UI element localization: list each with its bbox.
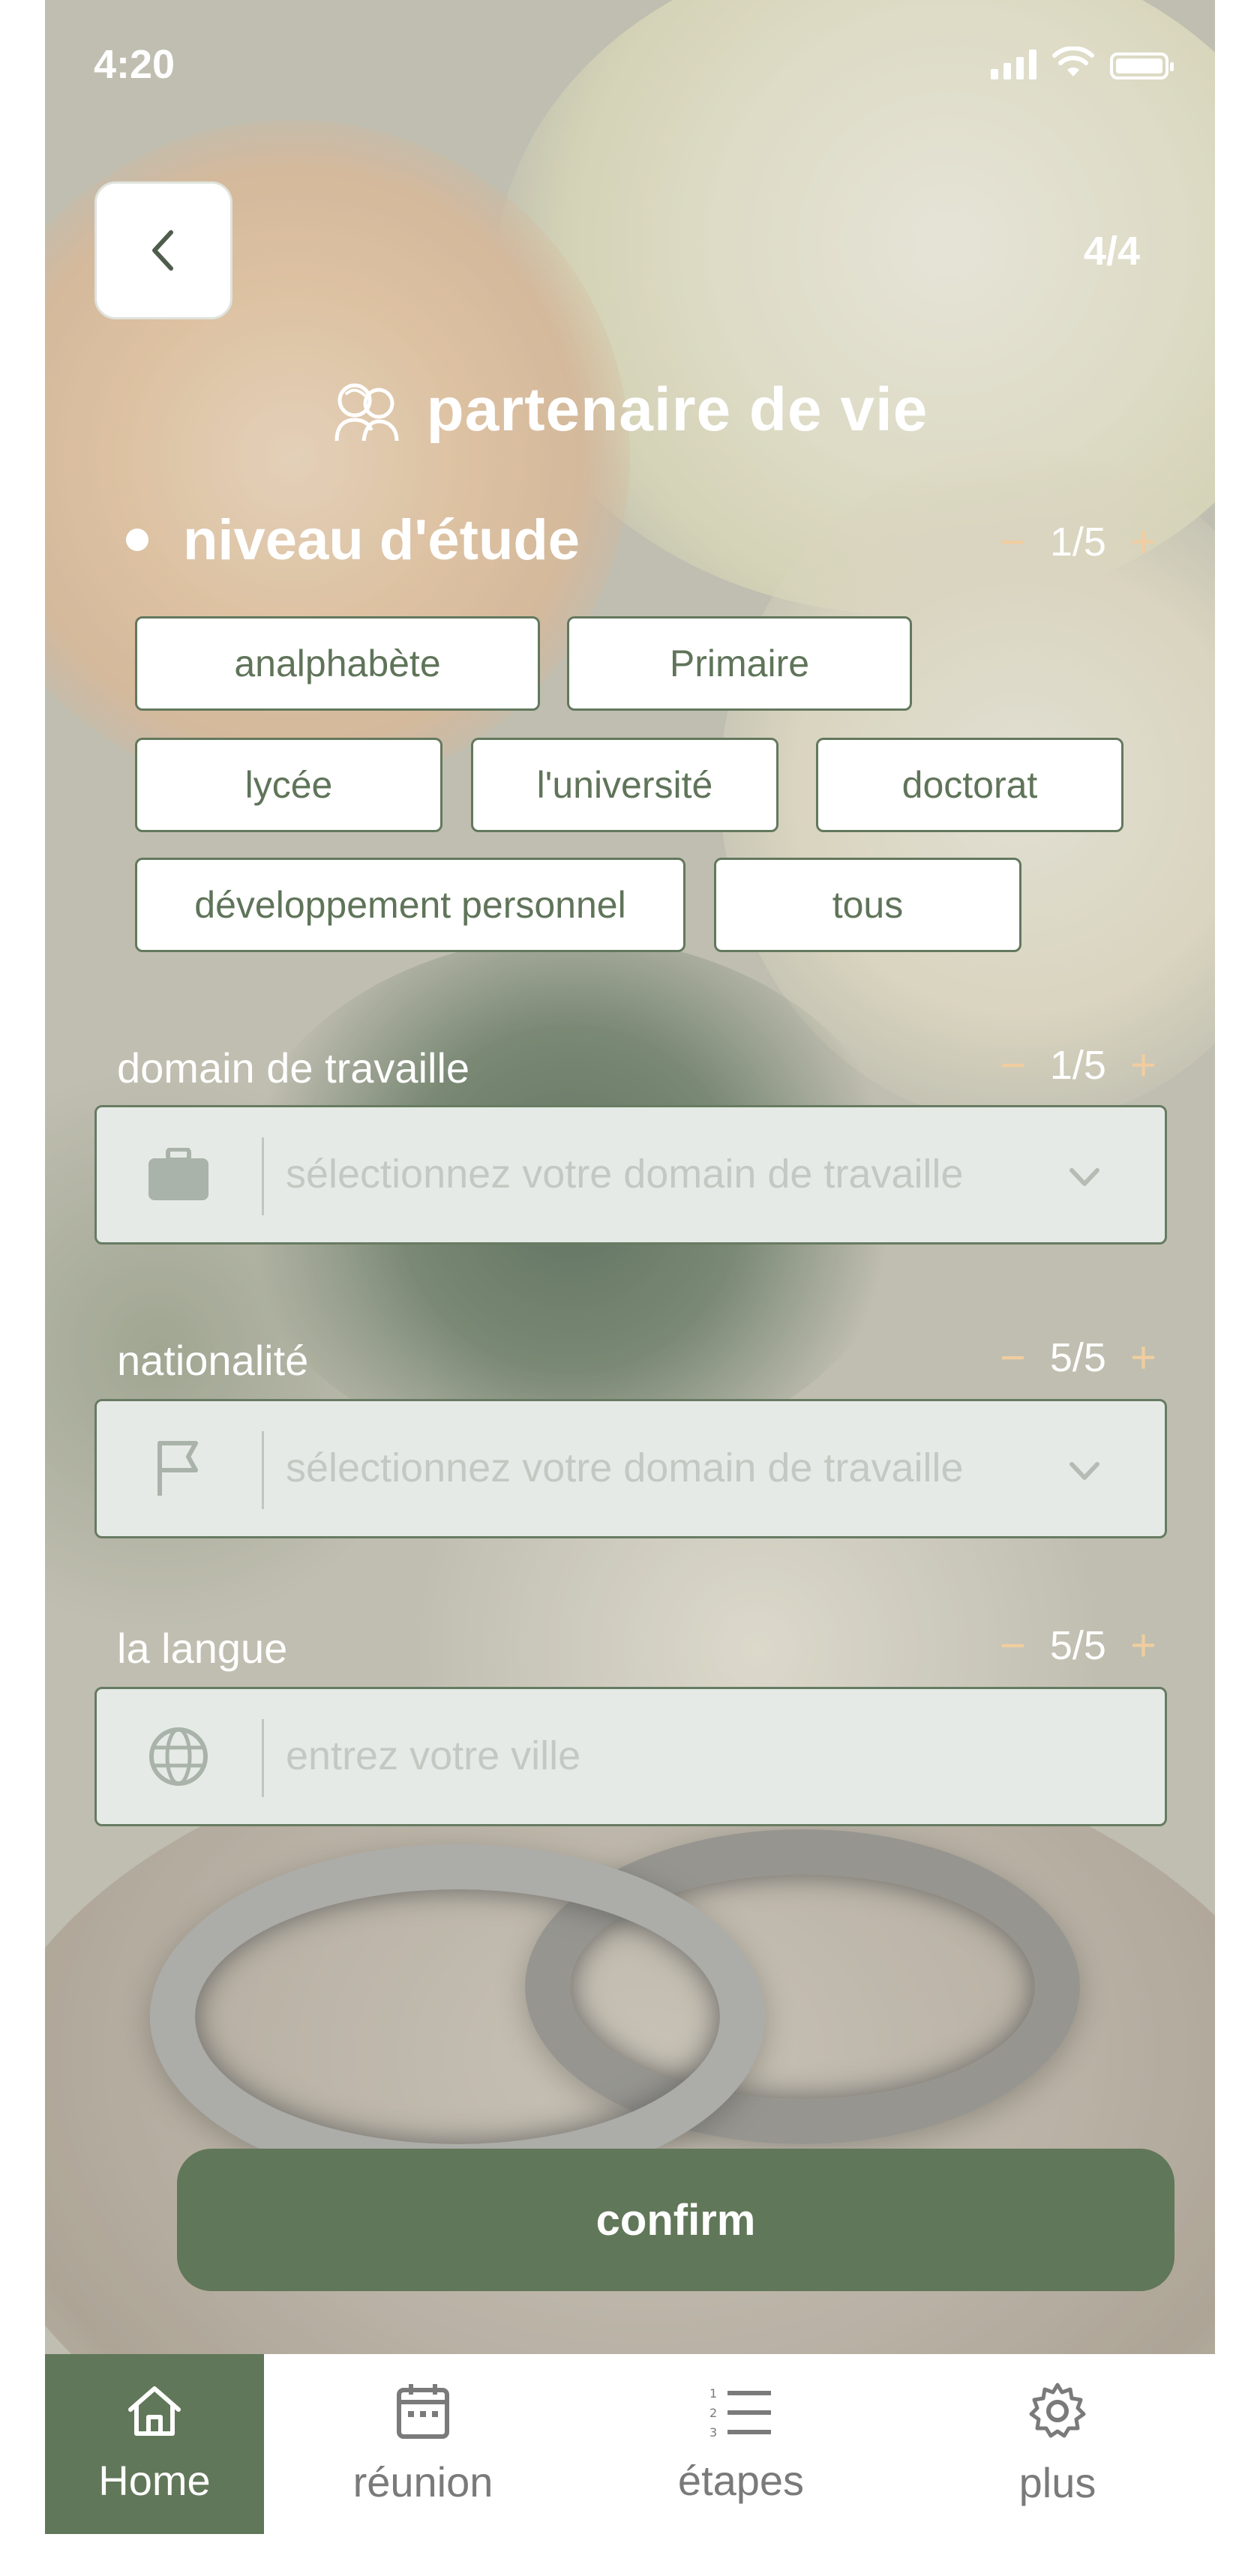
work-domain-header: domain de travaille − 1/5 + xyxy=(45,1035,1215,1102)
language-count: 5/5 xyxy=(1049,1622,1106,1668)
nationality-label: nationalité xyxy=(117,1337,309,1384)
nationality-header: nationalité − 5/5 + xyxy=(45,1327,1215,1394)
option-chip[interactable]: analphabète xyxy=(135,616,540,711)
education-counter: − 1/5 + xyxy=(1000,516,1156,568)
gear-icon xyxy=(1029,2383,1086,2437)
calendar-icon xyxy=(397,2383,449,2439)
chevron-down-icon xyxy=(1070,1168,1100,1186)
bullet-dot xyxy=(126,529,148,551)
language-counter: − 5/5 + xyxy=(1000,1619,1156,1671)
work-domain-placeholder: sélectionnez votre domain de travaille xyxy=(286,1152,964,1197)
tab-reunion[interactable]: réunion xyxy=(264,2354,582,2534)
tab-etapes[interactable]: 1 2 3 étapes xyxy=(582,2354,900,2534)
education-label: niveau d'étude xyxy=(183,508,580,572)
step-indicator: 4/4 xyxy=(1083,229,1140,274)
option-chip[interactable]: lycée xyxy=(135,738,442,832)
nationality-count: 5/5 xyxy=(1049,1334,1106,1380)
back-button[interactable] xyxy=(94,181,232,319)
tab-label: réunion xyxy=(352,2458,494,2506)
svg-text:2: 2 xyxy=(710,2406,717,2420)
tab-label: Home xyxy=(98,2456,211,2504)
battery-icon xyxy=(1110,52,1174,79)
language-header: la langue − 5/5 + xyxy=(45,1615,1215,1682)
confirm-button[interactable]: confirm xyxy=(177,2149,1174,2291)
option-chip[interactable]: développement personnel xyxy=(135,858,686,952)
tab-bar: Home réunion 1 2 3 étapes plus xyxy=(45,2354,1215,2534)
nationality-increment-button[interactable]: + xyxy=(1130,1331,1156,1383)
status-icons xyxy=(991,46,1174,79)
work-domain-count: 1/5 xyxy=(1049,1042,1106,1088)
home-icon xyxy=(128,2386,181,2436)
education-header: niveau d'étude − 1/5 + xyxy=(45,502,1215,577)
separator xyxy=(262,1137,264,1215)
separator xyxy=(262,1431,264,1509)
svg-text:1: 1 xyxy=(710,2386,717,2401)
svg-text:3: 3 xyxy=(710,2425,717,2438)
signal-icon xyxy=(991,46,1036,79)
work-domain-label: domain de travaille xyxy=(117,1044,470,1092)
tab-label: plus xyxy=(1018,2458,1096,2506)
tab-label: étapes xyxy=(677,2456,805,2504)
work-domain-select[interactable]: sélectionnez votre domain de travaille xyxy=(94,1105,1167,1245)
option-chip[interactable]: tous xyxy=(714,858,1022,952)
chevron-down-icon xyxy=(1070,1462,1100,1480)
couple-icon xyxy=(334,383,399,442)
work-domain-counter: − 1/5 + xyxy=(1000,1039,1156,1091)
title-row: partenaire de vie xyxy=(45,375,1215,445)
option-chip[interactable]: Primaire xyxy=(567,616,912,711)
separator xyxy=(262,1719,264,1797)
tab-home[interactable]: Home xyxy=(45,2354,264,2534)
globe-icon xyxy=(146,1724,211,1789)
work-domain-decrement-button[interactable]: − xyxy=(1000,1039,1026,1091)
nationality-placeholder: sélectionnez votre domain de travaille xyxy=(286,1445,964,1490)
status-time: 4:20 xyxy=(94,42,176,87)
work-domain-increment-button[interactable]: + xyxy=(1130,1039,1156,1091)
education-decrement-button[interactable]: − xyxy=(1000,516,1026,568)
option-chip[interactable]: doctorat xyxy=(816,738,1124,832)
option-chip[interactable]: l'université xyxy=(471,738,778,832)
phone-screen: 4:20 4/4 partenaire de vie niveau d'étud xyxy=(45,0,1215,2534)
nationality-decrement-button[interactable]: − xyxy=(1000,1331,1026,1383)
numbered-list-icon: 1 2 3 xyxy=(710,2386,771,2438)
education-increment-button[interactable]: + xyxy=(1130,516,1156,568)
nationality-select[interactable]: sélectionnez votre domain de travaille xyxy=(94,1399,1167,1538)
language-label: la langue xyxy=(117,1625,288,1672)
language-decrement-button[interactable]: − xyxy=(1000,1619,1026,1671)
briefcase-icon xyxy=(146,1143,211,1207)
chevron-left-icon xyxy=(152,230,173,271)
flag-icon xyxy=(146,1436,211,1501)
wifi-icon xyxy=(1052,46,1094,76)
nationality-counter: − 5/5 + xyxy=(1000,1331,1156,1383)
page-title: partenaire de vie xyxy=(426,376,928,444)
language-input[interactable]: entrez votre ville xyxy=(94,1687,1167,1826)
language-increment-button[interactable]: + xyxy=(1130,1619,1156,1671)
language-placeholder: entrez votre ville xyxy=(286,1733,581,1778)
education-count: 1/5 xyxy=(1049,519,1106,565)
tab-plus[interactable]: plus xyxy=(900,2354,1215,2534)
